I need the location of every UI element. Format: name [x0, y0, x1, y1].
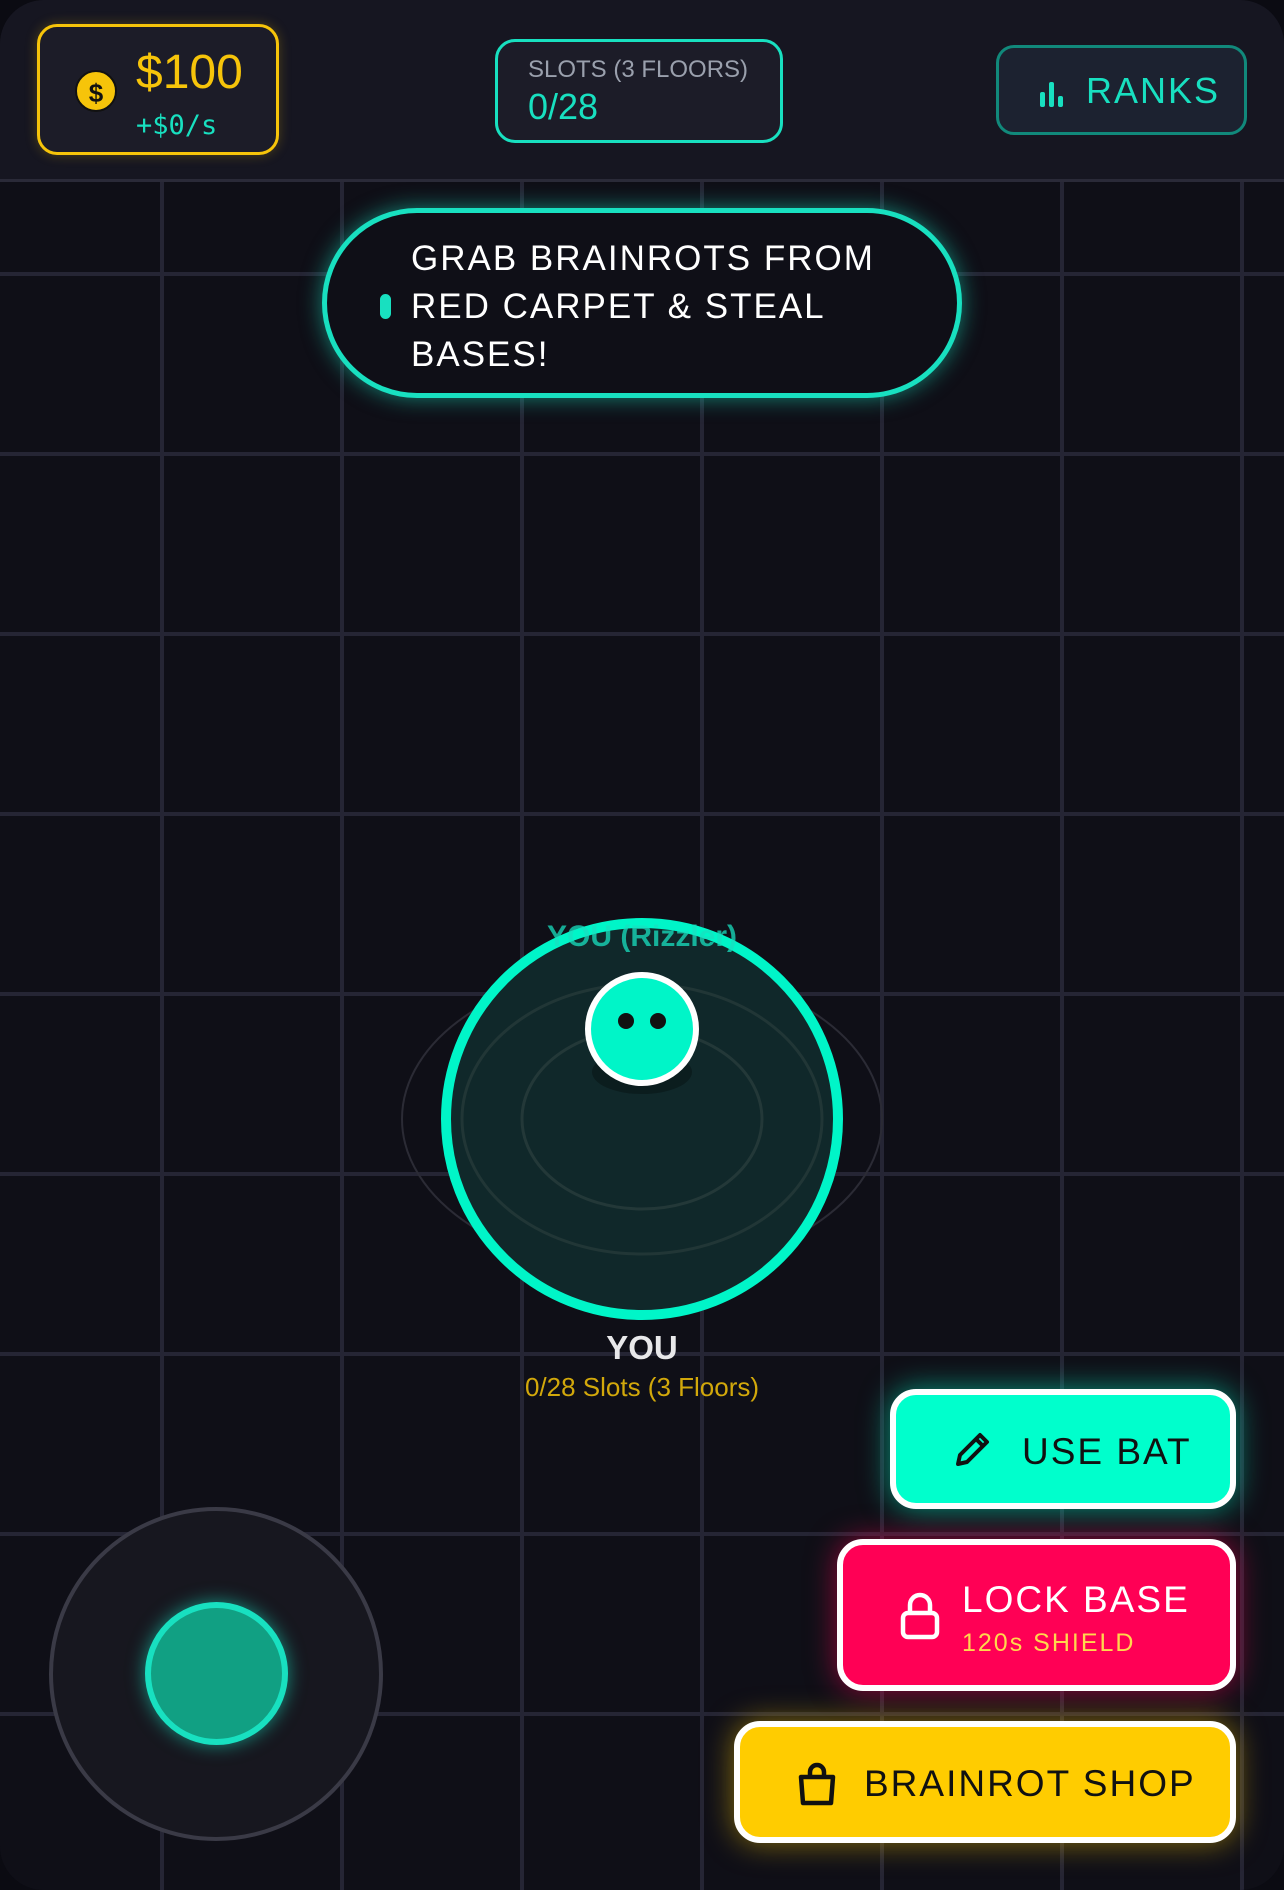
income-rate: +$0/s: [136, 110, 218, 141]
slots-value: 0/28: [528, 86, 599, 127]
player-label: YOU: [606, 1329, 678, 1366]
lock-icon: [900, 1592, 940, 1640]
ranks-button[interactable]: RANKS: [996, 45, 1247, 135]
player-avatar: [585, 972, 699, 1086]
top-hud: $ $100 +$0/s SLOTS (3 FLOORS) 0/28 RANKS: [0, 0, 1284, 182]
joystick-knob[interactable]: [145, 1602, 288, 1745]
banner-indicator: [380, 294, 391, 319]
lock-shield-duration: 120s SHIELD: [962, 1629, 1136, 1657]
lock-base-button[interactable]: LOCK BASE 120s SHIELD: [837, 1539, 1236, 1691]
banner-text: GRAB BRAINROTS FROM RED CARPET & STEAL B…: [411, 239, 875, 374]
dollar-coin-icon: $: [75, 70, 117, 112]
ranks-label: RANKS: [1086, 70, 1221, 111]
use-bat-button[interactable]: USE BAT: [890, 1389, 1236, 1509]
player-slots-status: 0/28 Slots (3 Floors): [524, 1372, 760, 1402]
use-bat-label: USE BAT: [1022, 1431, 1192, 1472]
game-screen: $ $100 +$0/s SLOTS (3 FLOORS) 0/28 RANKS…: [0, 0, 1284, 1890]
player-base: YOU (Rizzler) YOU 0/28 Slots (3 Floors): [397, 912, 887, 1402]
slots-display: SLOTS (3 FLOORS) 0/28: [495, 39, 783, 143]
money-value: $100: [136, 46, 243, 99]
pencil-icon: [956, 1433, 989, 1466]
player-name-tag: YOU (Rizzler): [546, 920, 738, 953]
money-display: $ $100 +$0/s: [37, 24, 279, 155]
bar-chart-icon: [1040, 82, 1063, 107]
brainrot-shop-button[interactable]: BRAINROT SHOP: [734, 1721, 1236, 1843]
slots-label: SLOTS (3 FLOORS): [528, 56, 749, 83]
shopping-bag-icon: [798, 1762, 836, 1806]
lock-base-label: LOCK BASE: [962, 1579, 1190, 1620]
brainrot-shop-label: BRAINROT SHOP: [864, 1763, 1196, 1804]
hint-banner: GRAB BRAINROTS FROM RED CARPET & STEAL B…: [322, 208, 962, 398]
